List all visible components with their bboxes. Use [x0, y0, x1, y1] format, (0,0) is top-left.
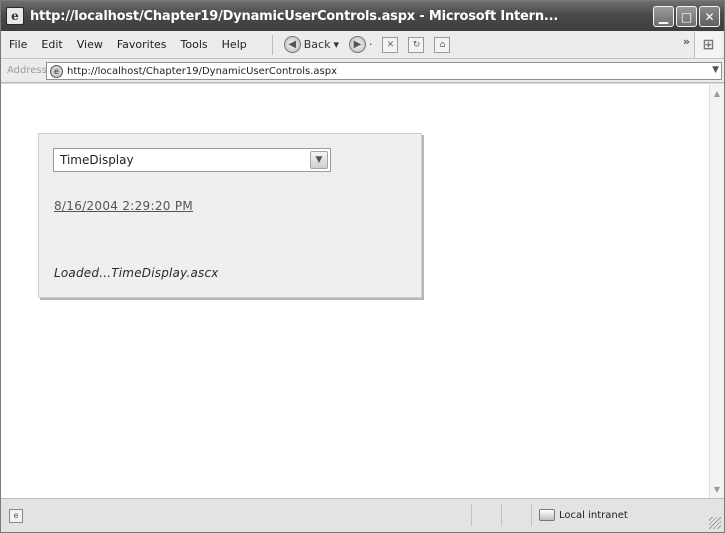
title-bar[interactable]: e http://localhost/Chapter19/DynamicUser… — [1, 1, 724, 31]
stop-icon: ✕ — [382, 36, 399, 53]
menu-file[interactable]: File — [1, 38, 34, 51]
intranet-icon — [539, 509, 555, 521]
control-select-value: TimeDisplay — [60, 153, 134, 167]
internet-explorer-icon: e — [6, 7, 24, 25]
address-url[interactable]: http://localhost/Chapter19/DynamicUserCo… — [67, 66, 337, 77]
control-select[interactable]: TimeDisplay ▼ — [53, 148, 331, 172]
resize-grip[interactable] — [709, 517, 721, 529]
home-button[interactable]: ⌂ — [429, 36, 455, 53]
toolbar-separator — [271, 34, 273, 55]
page-icon: e — [50, 64, 63, 78]
address-dropdown-icon[interactable]: ▼ — [712, 65, 719, 75]
forward-button[interactable]: ▶ · — [344, 36, 378, 53]
status-divider — [501, 504, 502, 526]
back-label: Back — [303, 38, 331, 51]
scroll-up-icon[interactable]: ▲ — [710, 86, 724, 100]
chevron-down-icon[interactable]: ▼ — [310, 151, 328, 169]
minimize-button[interactable]: ▁ — [653, 6, 674, 27]
window-title: http://localhost/Chapter19/DynamicUserCo… — [30, 8, 559, 24]
status-divider — [471, 504, 472, 526]
close-button[interactable]: ✕ — [699, 6, 720, 27]
back-arrow-icon: ◀ — [283, 36, 301, 53]
menu-help[interactable]: Help — [215, 38, 254, 51]
menu-view[interactable]: View — [70, 38, 110, 51]
menu-tools[interactable]: Tools — [174, 38, 215, 51]
forward-arrow-icon: ▶ — [348, 36, 366, 53]
address-label: Address — [7, 65, 47, 76]
security-zone[interactable]: Local intranet — [539, 505, 628, 525]
address-bar: Address e http://localhost/Chapter19/Dyn… — [1, 59, 724, 83]
vertical-scrollbar[interactable]: ▲ ▼ — [709, 84, 724, 498]
status-bar: e Local intranet — [1, 498, 724, 532]
refresh-button[interactable]: ↻ — [403, 36, 429, 53]
back-dropdown-icon[interactable]: ▾ — [333, 38, 339, 51]
back-button[interactable]: ◀ Back ▾ — [279, 36, 344, 53]
status-divider — [531, 504, 532, 526]
zone-label: Local intranet — [559, 509, 628, 521]
stop-button[interactable]: ✕ — [377, 36, 403, 53]
window-controls: ▁ □ ✕ — [653, 6, 720, 27]
forward-dropdown-icon: · — [368, 38, 373, 51]
windows-logo-icon: ⊞ — [694, 32, 722, 58]
scroll-down-icon[interactable]: ▼ — [710, 482, 724, 496]
menu-toolbar: File Edit View Favorites Tools Help ◀ Ba… — [1, 31, 724, 59]
time-display-link[interactable]: 8/16/2004 2:29:20 PM — [54, 199, 193, 213]
maximize-button[interactable]: □ — [676, 6, 697, 27]
menu-edit[interactable]: Edit — [34, 38, 69, 51]
page-content: TimeDisplay ▼ 8/16/2004 2:29:20 PM Loade… — [1, 84, 709, 498]
refresh-icon: ↻ — [408, 36, 425, 53]
toolbar-overflow-chevron[interactable]: » — [683, 35, 690, 48]
menu-favorites[interactable]: Favorites — [110, 38, 174, 51]
home-icon: ⌂ — [434, 36, 451, 53]
page-status-icon: e — [9, 508, 23, 523]
user-control-panel: TimeDisplay ▼ 8/16/2004 2:29:20 PM Loade… — [38, 133, 422, 298]
address-field[interactable]: e http://localhost/Chapter19/DynamicUser… — [46, 62, 722, 80]
browser-window: e http://localhost/Chapter19/DynamicUser… — [0, 0, 725, 533]
loaded-message: Loaded...TimeDisplay.ascx — [54, 266, 219, 280]
